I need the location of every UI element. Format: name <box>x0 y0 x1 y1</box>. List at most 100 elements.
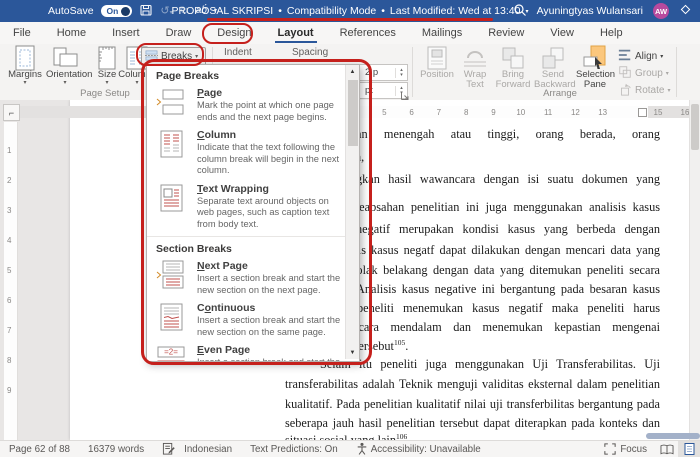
document-line: Analisis kasus negative ini bergantung p… <box>356 282 660 296</box>
menu-scroll-up-icon[interactable]: ▲ <box>346 65 359 78</box>
menu-section-header-page-breaks: Page Breaks <box>156 70 220 82</box>
avatar[interactable]: AW <box>653 3 669 19</box>
selection-pane-button[interactable]: Selection Pane <box>576 45 615 90</box>
tab-layout[interactable]: Layout <box>265 22 327 44</box>
save-icon[interactable] <box>139 3 153 20</box>
menu-item-continuous[interactable]: Continuous Insert a section break and sta… <box>147 299 345 341</box>
breaks-button-label: Breaks <box>161 51 193 62</box>
search-icon[interactable] <box>513 3 527 20</box>
tab-view[interactable]: View <box>537 22 587 44</box>
document-line: situasi sosial yang lain106. <box>285 432 410 440</box>
tab-help[interactable]: Help <box>587 22 636 44</box>
bring-forward-icon <box>494 46 532 70</box>
qat-customize-icon[interactable]: ▾ <box>214 8 217 14</box>
page-number-indicator[interactable]: Page 62 of 88 <box>0 444 79 455</box>
menu-scrollbar[interactable]: ▲ ▼ <box>345 65 359 359</box>
tab-design[interactable]: Design <box>204 22 264 44</box>
compatibility-mode-badge: Compatibility Mode <box>286 5 377 17</box>
document-line: an menengah atau tinggi, orang berada, o… <box>356 127 660 141</box>
tab-file[interactable]: File <box>0 22 44 44</box>
print-layout-view-button[interactable] <box>678 441 700 457</box>
document-line: ecara mendalam dan menemukan kepastian m… <box>353 320 660 334</box>
indent-column-label: Indent <box>224 47 252 58</box>
document-line: keabsahan penelitian ini juga menggunaka… <box>353 200 660 214</box>
ribbon-tabs: File Home Insert Draw Design Layout References… <box>0 22 700 44</box>
document-line: tolak belakang dengan data yang ditemuka… <box>353 263 660 277</box>
language-indicator[interactable]: Indonesian <box>184 444 241 455</box>
spelling-icon[interactable]: ab́ <box>196 6 207 16</box>
word-window: AutoSave On ↺▾ ↻ ab́ ▾ PROPOSAL SKRIPSI … <box>0 0 700 457</box>
vertical-scrollbar[interactable] <box>689 100 700 440</box>
menu-item-next-page[interactable]: Next Page Insert a section break and star… <box>147 257 345 299</box>
undo-icon[interactable]: ↺▾ <box>160 5 172 17</box>
group-icon <box>618 65 632 82</box>
horizontal-scrollbar-thumb[interactable] <box>646 433 700 439</box>
ribbon-options-icon[interactable] <box>679 3 692 19</box>
page-break-icon <box>156 87 186 117</box>
spacing-column-label: Spacing <box>292 47 329 58</box>
vertical-ruler[interactable]: 123456789 <box>4 122 18 440</box>
selection-pane-icon <box>576 45 614 70</box>
tab-review[interactable]: Review <box>475 22 537 44</box>
tab-references[interactable]: References <box>327 22 409 44</box>
spacing-before-spinner[interactable]: ▴ ▾ <box>395 67 407 78</box>
breaks-chevron-icon: ▾ <box>195 54 199 60</box>
title-separator-2: • <box>381 5 385 17</box>
column-break-icon <box>156 129 186 159</box>
tab-insert[interactable]: Insert <box>99 22 153 44</box>
focus-button[interactable]: Focus <box>595 443 656 455</box>
menu-item-text-wrapping[interactable]: Text Wrapping Separate text around object… <box>147 180 345 234</box>
tab-mailings[interactable]: Mailings <box>409 22 475 44</box>
right-indent-marker[interactable] <box>638 108 647 117</box>
tab-draw[interactable]: Draw <box>153 22 205 44</box>
orientation-icon <box>46 46 84 70</box>
svg-text:=2=: =2= <box>164 348 178 357</box>
wrap-text-icon <box>456 46 494 70</box>
position-button: Position <box>418 46 456 90</box>
document-line: peneliti menemukan kasus negatif maka pe… <box>357 301 660 315</box>
breaks-icon <box>145 49 158 65</box>
menu-item-column[interactable]: Column Indicate that the text following t… <box>147 126 345 180</box>
arrange-group-label: Arrange <box>543 88 577 99</box>
menu-item-even-page[interactable]: =2==4=Even PageInsert a section break an… <box>147 341 345 361</box>
autosave-toggle[interactable]: On <box>100 5 133 17</box>
autosave-label: AutoSave <box>48 5 94 17</box>
accessibility-icon[interactable] <box>347 442 371 456</box>
accessibility-indicator[interactable]: Accessibility: Unavailable <box>371 444 490 455</box>
tab-selector-button[interactable]: ⌐ <box>3 104 20 121</box>
document-line: Selain itu peneliti juga menggunakan Uji… <box>320 357 660 371</box>
breaks-dropdown-menu: Page Breaks Page Mark the point at which o… <box>146 64 360 362</box>
title-bar: AutoSave On ↺▾ ↻ ab́ ▾ PROPOSAL SKRIPSI … <box>0 0 700 22</box>
document-line: seberapa jauh hasil penelitian tersebut … <box>285 416 660 430</box>
user-name[interactable]: Ayuningtyas Wulansari <box>537 5 643 17</box>
vertical-scrollbar-thumb[interactable] <box>691 104 699 150</box>
send-backward-button: Send Backward <box>534 46 576 90</box>
next-page-icon <box>156 260 186 290</box>
focus-icon <box>604 443 616 455</box>
send-backward-icon <box>534 46 572 70</box>
proofing-icon[interactable] <box>153 442 184 456</box>
word-count-indicator[interactable]: 16379 words <box>79 444 153 455</box>
document-line: negatif merupakan kondisi kasus yang ber… <box>356 222 660 236</box>
menu-scroll-down-icon[interactable]: ▼ <box>346 346 359 359</box>
margins-button[interactable]: Margins ▾ <box>6 45 44 90</box>
tab-home[interactable]: Home <box>44 22 99 44</box>
status-bar: Page 62 of 88 16379 words Indonesian Tex… <box>0 440 700 457</box>
document-line: tersebut105. <box>355 338 409 354</box>
position-icon <box>418 46 456 70</box>
text-predictions-indicator[interactable]: Text Predictions: On <box>241 444 347 455</box>
read-mode-view-button[interactable] <box>656 441 678 457</box>
redo-icon[interactable]: ↻ <box>180 5 189 17</box>
margins-icon <box>6 45 44 71</box>
menu-item-page[interactable]: Page Mark the point at which one page end… <box>147 84 345 126</box>
document-line: transferabilitas adalah Teknik menguji v… <box>285 377 660 391</box>
continuous-icon <box>156 302 186 332</box>
title-separator-1: • <box>278 5 282 17</box>
wrap-text-button: Wrap Text <box>456 46 494 90</box>
autosave-knob <box>121 6 131 16</box>
align-button[interactable]: Align ▾ <box>618 48 674 64</box>
menu-scrollbar-thumb[interactable] <box>347 80 358 146</box>
document-line: kualitatif. Pada penelitian kualitatif n… <box>285 397 660 411</box>
align-icon <box>618 48 632 65</box>
orientation-button[interactable]: Orientation ▾ <box>46 46 92 90</box>
